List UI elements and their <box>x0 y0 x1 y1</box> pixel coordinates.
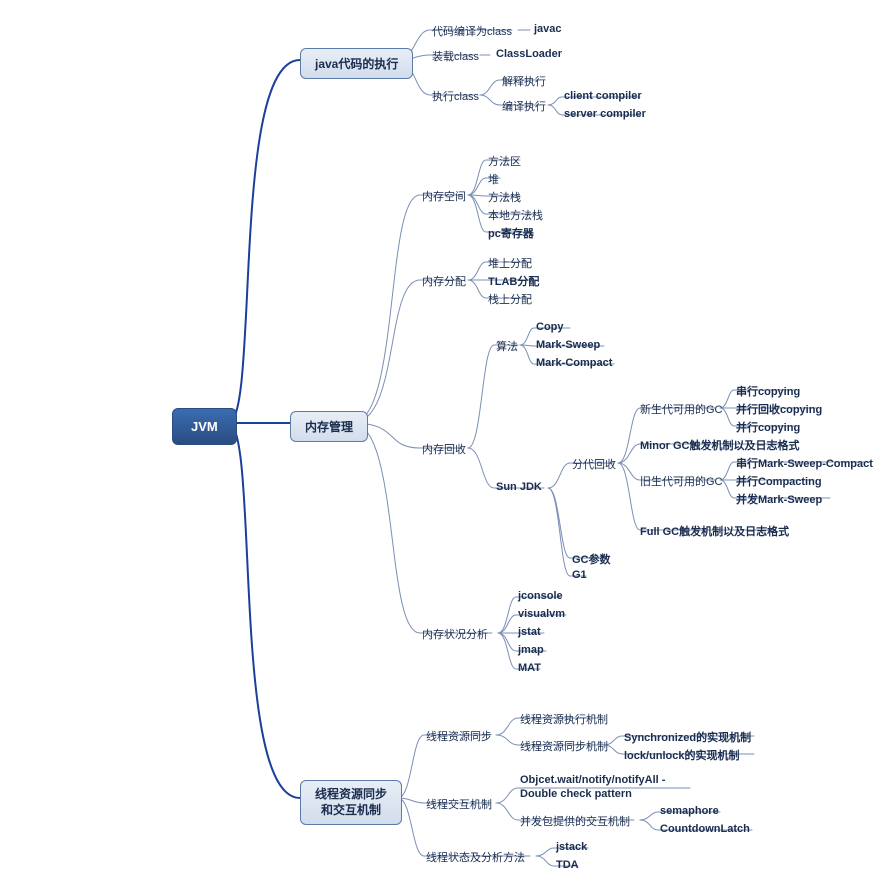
c2-s3a2: Mark-Sweep <box>536 339 600 351</box>
c2-s2a: 堆上分配 <box>488 255 532 271</box>
cat-java-exec[interactable]: java代码的执行 <box>300 48 413 79</box>
c3-t1: 线程资源同步 <box>426 728 492 744</box>
c2-s1d: 本地方法栈 <box>488 207 543 223</box>
cat-thread-l2: 和交互机制 <box>321 803 381 817</box>
c2-s1a: 方法区 <box>488 153 521 169</box>
c1-a3b: 编译执行 <box>502 98 546 114</box>
c2-s3b3: G1 <box>572 569 587 581</box>
c1-a3b1: client compiler <box>564 90 642 102</box>
cat-thread[interactable]: 线程资源同步 和交互机制 <box>300 780 402 825</box>
c2-s1c: 方法栈 <box>488 189 521 205</box>
c2-s4: 内存状况分析 <box>422 626 488 642</box>
c2-s4b: visualvm <box>518 608 565 620</box>
c2-s3b1: 分代回收 <box>572 456 616 472</box>
c3-t2a-l1: Objcet.wait/notify/notifyAll - <box>520 774 665 786</box>
c2-s3b1a: 新生代可用的GC <box>640 401 723 417</box>
c2-s3b1b: Minor GC触发机制以及日志格式 <box>640 437 800 453</box>
c2-s4e: MAT <box>518 662 541 674</box>
c3-t2b1: semaphore <box>660 805 719 817</box>
c2-s1b: 堆 <box>488 171 499 187</box>
c2-s2: 内存分配 <box>422 273 466 289</box>
c2-s3b1a3: 并行copying <box>736 419 800 435</box>
c3-t3: 线程状态及分析方法 <box>426 849 525 865</box>
c3-t3a: jstack <box>556 841 587 853</box>
c2-s3b1c2: 并行Compacting <box>736 473 822 489</box>
c1-a2v: ClassLoader <box>496 48 562 60</box>
c2-s1: 内存空间 <box>422 188 466 204</box>
c1-a1: 代码编译为class <box>432 23 512 39</box>
cat-memory[interactable]: 内存管理 <box>290 411 368 442</box>
c1-a3b2: server compiler <box>564 108 646 120</box>
c3-t1b: 线程资源同步机制 <box>520 738 608 754</box>
c3-t2a-l2: Double check pattern <box>520 788 632 800</box>
c2-s4c: jstat <box>518 626 541 638</box>
c2-s3a3: Mark-Compact <box>536 357 612 369</box>
c2-s3b1a2: 并行回收copying <box>736 401 822 417</box>
c3-t1b1: Synchronized的实现机制 <box>624 729 751 745</box>
c1-a3a: 解释执行 <box>502 73 546 89</box>
c1-a1v: javac <box>534 23 562 35</box>
c3-t3b: TDA <box>556 859 579 871</box>
c1-a2: 装载class <box>432 48 479 64</box>
c3-t2b2: CountdownLatch <box>660 823 750 835</box>
c2-s3a1: Copy <box>536 321 564 333</box>
c2-s2b: TLAB分配 <box>488 273 539 289</box>
c2-s1e: pc寄存器 <box>488 225 534 241</box>
c2-s2c: 栈上分配 <box>488 291 532 307</box>
c2-s3b2: GC参数 <box>572 551 611 567</box>
c3-t1a: 线程资源执行机制 <box>520 711 608 727</box>
c2-s3b1a1: 串行copying <box>736 383 800 399</box>
c2-s3b1c1: 串行Mark-Sweep-Compact <box>736 455 873 471</box>
c2-s4a: jconsole <box>518 590 563 602</box>
cat-thread-l1: 线程资源同步 <box>315 787 387 801</box>
c3-t1b2: lock/unlock的实现机制 <box>624 747 740 763</box>
c2-s3b1c: 旧生代可用的GC <box>640 473 723 489</box>
c2-s3a: 算法 <box>496 338 518 354</box>
c3-t2b: 并发包提供的交互机制 <box>520 813 630 829</box>
c2-s3b1d: Full GC触发机制以及日志格式 <box>640 523 789 539</box>
c2-s3b1c3: 并发Mark-Sweep <box>736 491 822 507</box>
c3-t2a: Objcet.wait/notify/notifyAll - Double ch… <box>520 773 665 802</box>
c2-s3b: Sun JDK <box>496 481 542 493</box>
c2-s3: 内存回收 <box>422 441 466 457</box>
c2-s4d: jmap <box>518 644 544 656</box>
c1-a3: 执行class <box>432 88 479 104</box>
c3-t2: 线程交互机制 <box>426 796 492 812</box>
root-node[interactable]: JVM <box>172 408 237 445</box>
